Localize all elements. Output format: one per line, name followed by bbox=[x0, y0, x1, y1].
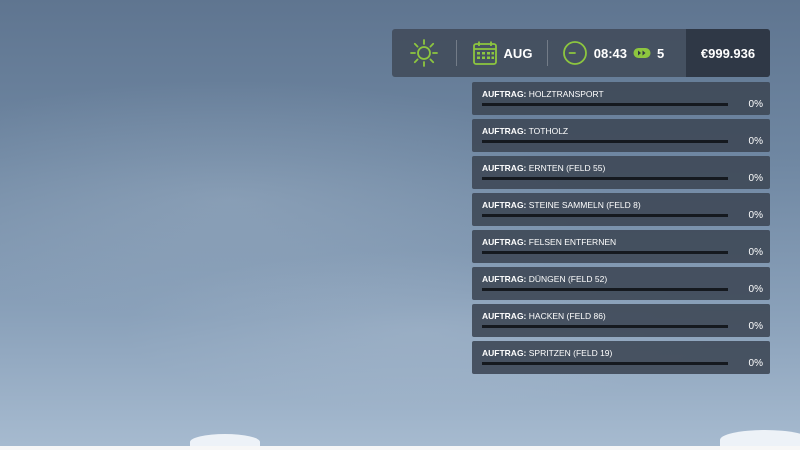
job-list: AUFTRAG: HOLZTRANSPORT 0% AUFTRAG: TOTHOLZ… bbox=[472, 82, 770, 378]
job-name: HACKEN (FELD 86) bbox=[528, 311, 606, 321]
job-prefix: AUFTRAG: bbox=[482, 126, 527, 136]
job-progress-label: 0% bbox=[748, 321, 763, 332]
job-item[interactable]: AUFTRAG: ERNTEN (FELD 55) 0% bbox=[472, 156, 770, 189]
time-speed-icon bbox=[633, 48, 651, 58]
job-progress-bar bbox=[482, 177, 728, 180]
job-name: TOTHOLZ bbox=[528, 126, 569, 136]
job-progress-bar bbox=[482, 140, 728, 143]
job-progress-label: 0% bbox=[748, 247, 763, 258]
time-scale-label: 5 bbox=[657, 45, 665, 61]
job-item[interactable]: AUFTRAG: DÜNGEN (FELD 52) 0% bbox=[472, 267, 770, 300]
job-item[interactable]: AUFTRAG: TOTHOLZ 0% bbox=[472, 119, 770, 152]
job-name: FELSEN ENTFERNEN bbox=[528, 237, 617, 247]
job-name: DÜNGEN (FELD 52) bbox=[528, 274, 608, 284]
job-progress-label: 0% bbox=[748, 210, 763, 221]
job-item[interactable]: AUFTRAG: SPRITZEN (FELD 19) 0% bbox=[472, 341, 770, 374]
job-item[interactable]: AUFTRAG: HOLZTRANSPORT 0% bbox=[472, 82, 770, 115]
job-prefix: AUFTRAG: bbox=[482, 89, 527, 99]
job-progress-bar bbox=[482, 325, 728, 328]
job-prefix: AUFTRAG: bbox=[482, 348, 527, 358]
job-name: ERNTEN (FELD 55) bbox=[528, 163, 606, 173]
job-progress-label: 0% bbox=[748, 284, 763, 295]
job-progress-bar bbox=[482, 251, 728, 254]
time-indicator[interactable]: 08:43 5 bbox=[548, 29, 678, 77]
job-item[interactable]: AUFTRAG: HACKEN (FELD 86) 0% bbox=[472, 304, 770, 337]
job-title: AUFTRAG: TOTHOLZ bbox=[482, 126, 568, 136]
date-indicator[interactable]: AUG bbox=[457, 29, 547, 77]
calendar-icon bbox=[472, 41, 497, 65]
job-title: AUFTRAG: STEINE SAMMELN (FELD 8) bbox=[482, 200, 641, 210]
job-prefix: AUFTRAG: bbox=[482, 163, 527, 173]
money-label: €999.936 bbox=[700, 45, 756, 61]
sun-icon bbox=[410, 39, 438, 67]
job-item[interactable]: AUFTRAG: FELSEN ENTFERNEN 0% bbox=[472, 230, 770, 263]
weather-indicator[interactable] bbox=[392, 29, 456, 77]
job-progress-label: 0% bbox=[748, 173, 763, 184]
job-title: AUFTRAG: DÜNGEN (FELD 52) bbox=[482, 274, 607, 284]
job-item[interactable]: AUFTRAG: STEINE SAMMELN (FELD 8) 0% bbox=[472, 193, 770, 226]
job-title: AUFTRAG: FELSEN ENTFERNEN bbox=[482, 237, 616, 247]
bottom-edge bbox=[0, 446, 800, 450]
job-progress-bar bbox=[482, 288, 728, 291]
job-name: SPRITZEN (FELD 19) bbox=[528, 348, 613, 358]
job-progress-label: 0% bbox=[748, 99, 763, 110]
job-prefix: AUFTRAG: bbox=[482, 237, 527, 247]
job-name: STEINE SAMMELN (FELD 8) bbox=[528, 200, 641, 210]
job-prefix: AUFTRAG: bbox=[482, 200, 527, 210]
job-title: AUFTRAG: HOLZTRANSPORT bbox=[482, 89, 604, 99]
money-display: €999.936 bbox=[686, 29, 770, 77]
job-progress-bar bbox=[482, 362, 728, 365]
job-name: HOLZTRANSPORT bbox=[528, 89, 604, 99]
job-prefix: AUFTRAG: bbox=[482, 274, 527, 284]
job-progress-bar bbox=[482, 103, 728, 106]
job-title: AUFTRAG: SPRITZEN (FELD 19) bbox=[482, 348, 612, 358]
job-progress-label: 0% bbox=[748, 136, 763, 147]
hud-top-bar: AUG 08:43 5 €999.936 bbox=[392, 29, 770, 77]
month-label: AUG bbox=[503, 45, 533, 61]
job-progress-bar bbox=[482, 214, 728, 217]
job-prefix: AUFTRAG: bbox=[482, 311, 527, 321]
job-progress-label: 0% bbox=[748, 358, 763, 369]
job-title: AUFTRAG: HACKEN (FELD 86) bbox=[482, 311, 606, 321]
clock-icon bbox=[562, 41, 587, 65]
time-label: 08:43 bbox=[593, 45, 627, 61]
job-title: AUFTRAG: ERNTEN (FELD 55) bbox=[482, 163, 605, 173]
